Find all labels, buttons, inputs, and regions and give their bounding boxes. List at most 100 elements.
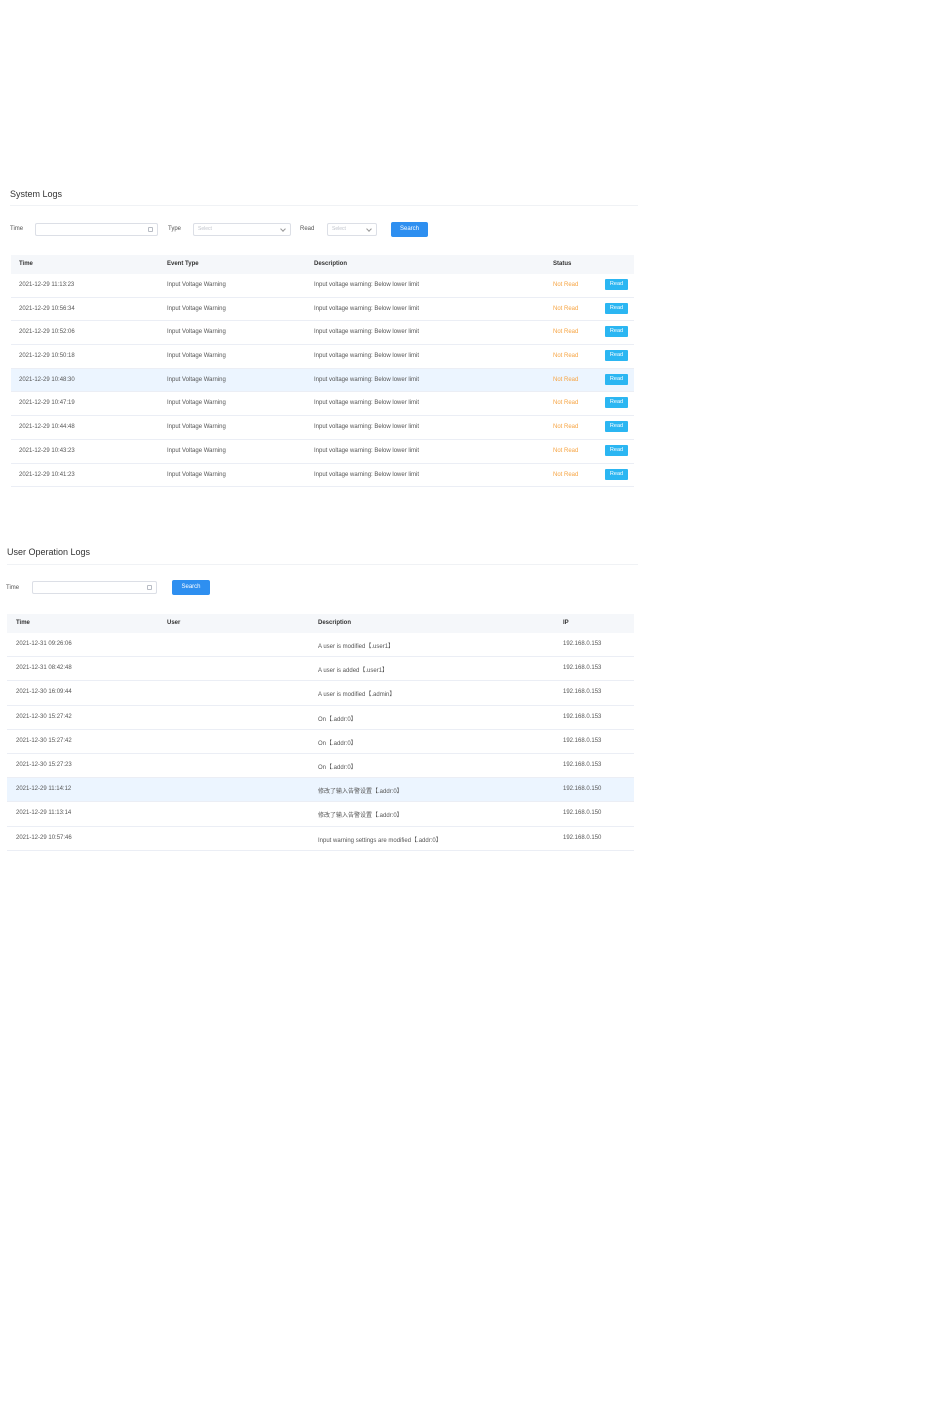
row-time: 2021-12-31 09:26:06 xyxy=(16,641,72,647)
row-status: Not Read xyxy=(553,471,579,478)
table-row: 2021-12-29 10:43:23 Input Voltage Warning… xyxy=(11,440,634,464)
col-event-type: Event Type xyxy=(167,261,199,267)
row-time: 2021-12-30 15:27:23 xyxy=(16,761,72,768)
row-time: 2021-12-30 16:09:44 xyxy=(16,689,72,696)
table-row: 2021-12-29 10:56:34 Input Voltage Warning… xyxy=(11,298,634,322)
table-row: 2021-12-30 15:27:23 On【.addr:0】 192.168.0.… xyxy=(7,754,634,779)
row-status: Not Read xyxy=(553,353,579,360)
sys-time-input[interactable] xyxy=(35,223,158,236)
system-logs-header: Time Event Type Description Status xyxy=(11,255,634,274)
col-description: Description xyxy=(318,620,352,626)
sys-read-select[interactable]: Select xyxy=(327,223,377,236)
table-row: 2021-12-29 10:57:46 Input warning setting… xyxy=(7,827,634,851)
row-time: 2021-12-29 10:41:23 xyxy=(19,471,75,478)
row-description: 修改了输入告警设置【.addr:0】 xyxy=(318,789,403,796)
chevron-down-icon xyxy=(366,226,372,232)
calendar-icon xyxy=(147,585,152,590)
table-row: 2021-12-30 15:27:42 On【.addr:0】 192.168.0.… xyxy=(7,706,634,730)
read-button[interactable]: Read xyxy=(605,326,628,338)
row-time: 2021-12-29 11:14:12 xyxy=(16,786,72,793)
row-time: 2021-12-29 10:52:06 xyxy=(19,329,75,336)
row-status: Not Read xyxy=(553,447,579,454)
table-row: 2021-12-29 11:14:12 修改了输入告警设置【.addr:0】 192… xyxy=(7,778,634,803)
read-button[interactable]: Read xyxy=(605,397,628,409)
row-ip: 192.168.0.150 xyxy=(563,786,602,793)
row-description: A user is added【.user1】 xyxy=(318,668,389,675)
system-logs-divider xyxy=(10,205,638,206)
calendar-icon xyxy=(148,227,153,232)
sys-time-label: Time xyxy=(10,226,24,232)
row-time: 2021-12-29 10:44:48 xyxy=(19,424,75,431)
row-time: 2021-12-30 15:27:42 xyxy=(16,713,72,720)
row-time: 2021-12-29 10:57:46 xyxy=(16,834,72,841)
row-description: Input voltage warning: Below lower limit xyxy=(314,329,420,336)
row-description: Input voltage warning: Below lower limit xyxy=(314,305,420,312)
table-row: 2021-12-29 10:52:06 Input Voltage Warning… xyxy=(11,321,634,346)
row-description: A user is modified【.admin】 xyxy=(318,692,396,699)
row-description: On【.addr:0】 xyxy=(318,740,357,747)
row-description: Input voltage warning: Below lower limit xyxy=(314,471,420,478)
row-event-type: Input Voltage Warning xyxy=(167,400,226,407)
system-logs-table: Time Event Type Description Status 2021-… xyxy=(11,255,634,488)
user-time-input[interactable] xyxy=(32,581,157,594)
sys-read-label: Read xyxy=(300,226,315,232)
read-button[interactable]: Read xyxy=(605,350,628,362)
row-event-type: Input Voltage Warning xyxy=(167,376,226,383)
read-button[interactable]: Read xyxy=(605,421,628,433)
row-description: A user is modified【.user1】 xyxy=(318,644,395,650)
row-time: 2021-12-29 10:50:18 xyxy=(19,353,75,360)
user-logs-table: Time User Description IP 2021-12-31 09:2… xyxy=(7,614,634,851)
row-ip: 192.168.0.153 xyxy=(563,641,602,647)
row-time: 2021-12-30 15:27:42 xyxy=(16,737,72,744)
row-time: 2021-12-29 11:13:23 xyxy=(19,282,75,288)
row-ip: 192.168.0.153 xyxy=(563,761,602,768)
sys-type-placeholder: Select xyxy=(198,226,212,232)
read-button[interactable]: Read xyxy=(605,279,628,290)
col-status: Status xyxy=(553,261,572,267)
row-event-type: Input Voltage Warning xyxy=(167,447,226,454)
table-row: 2021-12-29 10:48:30 Input Voltage Warning… xyxy=(11,368,634,393)
user-search-button[interactable]: Search xyxy=(172,580,210,595)
user-logs-divider xyxy=(7,564,638,565)
row-event-type: Input Voltage Warning xyxy=(167,305,226,312)
user-logs-title: User Operation Logs xyxy=(7,547,91,557)
row-time: 2021-12-31 08:42:48 xyxy=(16,665,72,672)
row-time: 2021-12-29 11:13:14 xyxy=(16,810,72,817)
read-button[interactable]: Read xyxy=(605,444,628,456)
row-description: Input voltage warning: Below lower limit xyxy=(314,282,420,288)
table-row: 2021-12-29 10:47:19 Input Voltage Warning… xyxy=(11,392,634,417)
sys-type-select[interactable]: Select xyxy=(193,223,291,236)
row-ip: 192.168.0.150 xyxy=(563,834,602,841)
sys-search-button[interactable]: Search xyxy=(391,222,428,237)
table-row: 2021-12-29 10:41:23 Input Voltage Warning… xyxy=(11,464,634,488)
row-time: 2021-12-29 10:56:34 xyxy=(19,305,75,312)
col-ip: IP xyxy=(563,620,569,626)
row-status: Not Read xyxy=(553,400,579,407)
table-row: 2021-12-31 08:42:48 A user is added【.user… xyxy=(7,657,634,682)
row-ip: 192.168.0.150 xyxy=(563,810,602,817)
row-status: Not Read xyxy=(553,329,579,336)
row-description: On【.addr:0】 xyxy=(318,764,357,771)
row-event-type: Input Voltage Warning xyxy=(167,329,226,336)
row-ip: 192.168.0.153 xyxy=(563,665,602,672)
user-logs-header: Time User Description IP xyxy=(7,614,634,633)
row-description: Input voltage warning: Below lower limit xyxy=(314,353,420,360)
row-status: Not Read xyxy=(553,424,579,431)
row-event-type: Input Voltage Warning xyxy=(167,471,226,478)
read-button[interactable]: Read xyxy=(605,373,628,385)
user-logs-body: 2021-12-31 09:26:06 A user is modified【.u… xyxy=(7,633,634,851)
row-status: Not Read xyxy=(553,282,579,288)
table-row: 2021-12-31 09:26:06 A user is modified【.u… xyxy=(7,633,634,658)
row-description: 修改了输入告警设置【.addr:0】 xyxy=(318,813,403,820)
user-time-label: Time xyxy=(6,585,20,591)
row-description: Input voltage warning: Below lower limit xyxy=(314,400,420,407)
row-description: Input voltage warning: Below lower limit xyxy=(314,424,420,431)
row-description: Input warning settings are modified【.add… xyxy=(318,837,442,844)
row-ip: 192.168.0.153 xyxy=(563,737,602,744)
row-description: Input voltage warning: Below lower limit xyxy=(314,447,420,454)
col-description: Description xyxy=(314,261,348,267)
row-status: Not Read xyxy=(553,305,579,312)
row-ip: 192.168.0.153 xyxy=(563,689,602,696)
read-button[interactable]: Read xyxy=(605,468,628,480)
read-button[interactable]: Read xyxy=(605,302,628,314)
